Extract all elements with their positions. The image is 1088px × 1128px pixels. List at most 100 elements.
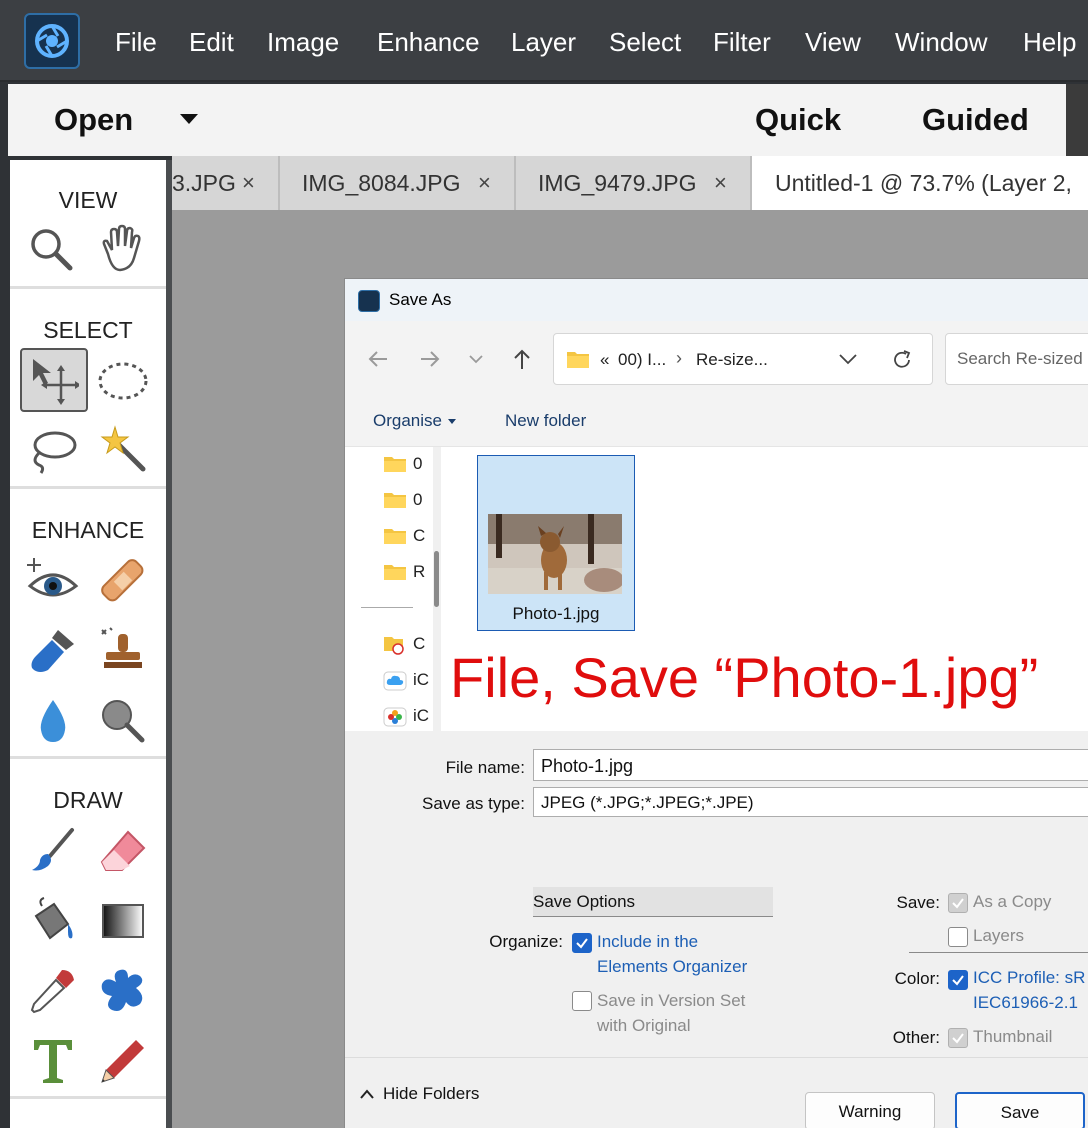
eyedropper-tool-icon[interactable] [20, 960, 86, 1022]
nav-folder-label: 0 [413, 490, 423, 509]
close-icon[interactable]: × [242, 156, 255, 210]
forward-arrow-icon[interactable] [415, 343, 445, 375]
icc-profile-label-line2[interactable]: IEC61966-2.1 [973, 990, 1078, 1015]
breadcrumb-item[interactable]: Re-size... [696, 350, 768, 370]
custom-shape-tool-icon[interactable] [90, 960, 156, 1022]
menu-view[interactable]: View [805, 26, 861, 58]
nav-folder-item[interactable]: 0 [383, 449, 422, 479]
nav-folder-item[interactable]: R [383, 557, 425, 587]
icloud-photos-icon [383, 707, 407, 727]
icc-profile-label[interactable]: ICC Profile: sR [973, 965, 1085, 990]
tab-doc-1[interactable]: 3.JPG × [172, 156, 280, 210]
layers-checkbox[interactable] [948, 927, 968, 947]
save-button[interactable]: Save [955, 1092, 1085, 1128]
type-tool-icon[interactable] [20, 1030, 86, 1092]
nav-folder-label: R [413, 562, 426, 581]
hide-folders-toggle[interactable]: Hide Folders [359, 1084, 479, 1104]
red-eye-tool-icon[interactable] [20, 550, 86, 612]
version-set-label-line2[interactable]: with Original [597, 1013, 691, 1038]
new-folder-button[interactable]: New folder [505, 411, 586, 431]
nav-pane-scrollbar[interactable] [433, 447, 441, 731]
pencil-tool-icon[interactable] [90, 1030, 156, 1092]
menu-window[interactable]: Window [895, 26, 987, 58]
healing-brush-tool-icon[interactable] [90, 550, 156, 612]
brush-tool-icon[interactable] [20, 820, 86, 882]
close-icon[interactable]: × [714, 156, 727, 210]
menu-filter[interactable]: Filter [713, 26, 771, 58]
sponge-tool-icon[interactable] [90, 690, 156, 752]
include-organizer-label-line2[interactable]: Elements Organizer [597, 954, 747, 979]
eraser-tool-icon[interactable] [90, 820, 156, 882]
menu-file[interactable]: File [115, 26, 157, 58]
gradient-tool-icon[interactable] [90, 890, 156, 952]
chevron-down-icon [447, 419, 456, 425]
options-bar: Open Quick Guided [8, 84, 1088, 156]
zoom-tool-icon[interactable] [18, 218, 84, 280]
open-button[interactable]: Open [54, 100, 133, 140]
recent-locations-chevron-icon[interactable] [461, 343, 491, 375]
mode-expert-edge[interactable] [1066, 84, 1088, 156]
app-icon [358, 290, 380, 312]
organize-label: Organize: [489, 932, 563, 951]
toolbox-divider [10, 1096, 166, 1099]
menu-select[interactable]: Select [609, 26, 681, 58]
hand-tool-icon[interactable] [86, 218, 152, 280]
dialog-title-bar[interactable]: Save As [345, 279, 1088, 321]
nav-icloud-photos-item[interactable]: iC [383, 701, 429, 731]
tab-img-9479[interactable]: IMG_9479.JPG × [516, 156, 752, 210]
nav-cloud-item[interactable]: C [383, 629, 425, 659]
file-name-input[interactable]: Photo-1.jpg [533, 749, 1088, 781]
open-dropdown-icon[interactable] [180, 114, 198, 124]
thumbnail-checkbox[interactable] [948, 1028, 968, 1048]
menu-enhance[interactable]: Enhance [377, 26, 480, 58]
address-dropdown-chevron-icon[interactable] [838, 350, 858, 373]
up-arrow-icon[interactable] [507, 343, 537, 375]
menu-help[interactable]: Help [1023, 26, 1076, 58]
magic-wand-tool-icon[interactable] [90, 418, 156, 480]
include-organizer-checkbox[interactable] [572, 933, 592, 953]
save-as-type-select[interactable]: JPEG (*.JPG;*.JPEG;*.JPE) [533, 787, 1088, 817]
tab-untitled-1[interactable]: Untitled-1 @ 73.7% (Layer 2, [752, 156, 1088, 210]
as-a-copy-checkbox[interactable] [948, 893, 968, 913]
breadcrumb-item[interactable]: 00) I... [618, 350, 666, 370]
save-label: Save: [896, 893, 940, 912]
mode-guided[interactable]: Guided [922, 100, 1029, 140]
lasso-tool-icon[interactable] [20, 420, 86, 482]
scrollbar-thumb[interactable] [434, 551, 439, 607]
tab-img-8084[interactable]: IMG_8084.JPG × [280, 156, 516, 210]
refresh-icon[interactable] [891, 349, 913, 376]
back-arrow-icon[interactable] [363, 343, 393, 375]
menu-edit[interactable]: Edit [189, 26, 234, 58]
menu-image[interactable]: Image [267, 26, 339, 58]
nav-folder-label: C [413, 526, 426, 545]
mode-quick[interactable]: Quick [755, 100, 841, 140]
layers-label[interactable]: Layers [973, 923, 1024, 948]
version-set-checkbox[interactable] [572, 991, 592, 1011]
move-tool-icon[interactable] [20, 348, 88, 412]
close-icon[interactable]: × [478, 156, 491, 210]
paint-bucket-tool-icon[interactable] [20, 890, 86, 952]
blur-tool-icon[interactable] [20, 690, 86, 752]
smart-brush-tool-icon[interactable] [20, 620, 86, 682]
search-input[interactable]: Search Re-sized p [945, 333, 1088, 385]
app-logo-icon[interactable] [24, 13, 80, 69]
icc-profile-checkbox[interactable] [948, 970, 968, 990]
organise-menu[interactable]: Organise [373, 411, 456, 431]
nav-icloud-drive-item[interactable]: iC [383, 665, 429, 695]
thumbnail-label[interactable]: Thumbnail [973, 1024, 1052, 1049]
file-item-photo-1[interactable]: Photo-1.jpg [477, 455, 635, 631]
version-set-label[interactable]: Save in Version Set [597, 988, 745, 1013]
menu-layer[interactable]: Layer [511, 26, 576, 58]
as-a-copy-label[interactable]: As a Copy [973, 889, 1051, 914]
warning-button[interactable]: Warning [805, 1092, 935, 1128]
clone-stamp-tool-icon[interactable] [90, 620, 156, 682]
address-bar[interactable]: « 00) I... › Re-size... [553, 333, 933, 385]
nav-folder-item[interactable]: 0 [383, 485, 422, 515]
marquee-tool-icon[interactable] [90, 350, 156, 412]
creative-cloud-folder-icon [383, 635, 407, 655]
nav-folder-item[interactable]: C [383, 521, 425, 551]
include-organizer-label[interactable]: Include in the [597, 929, 698, 954]
color-label: Color: [894, 969, 940, 988]
save-as-type-label: Save as type: [421, 794, 525, 813]
breadcrumb-overflow[interactable]: « [600, 350, 609, 370]
